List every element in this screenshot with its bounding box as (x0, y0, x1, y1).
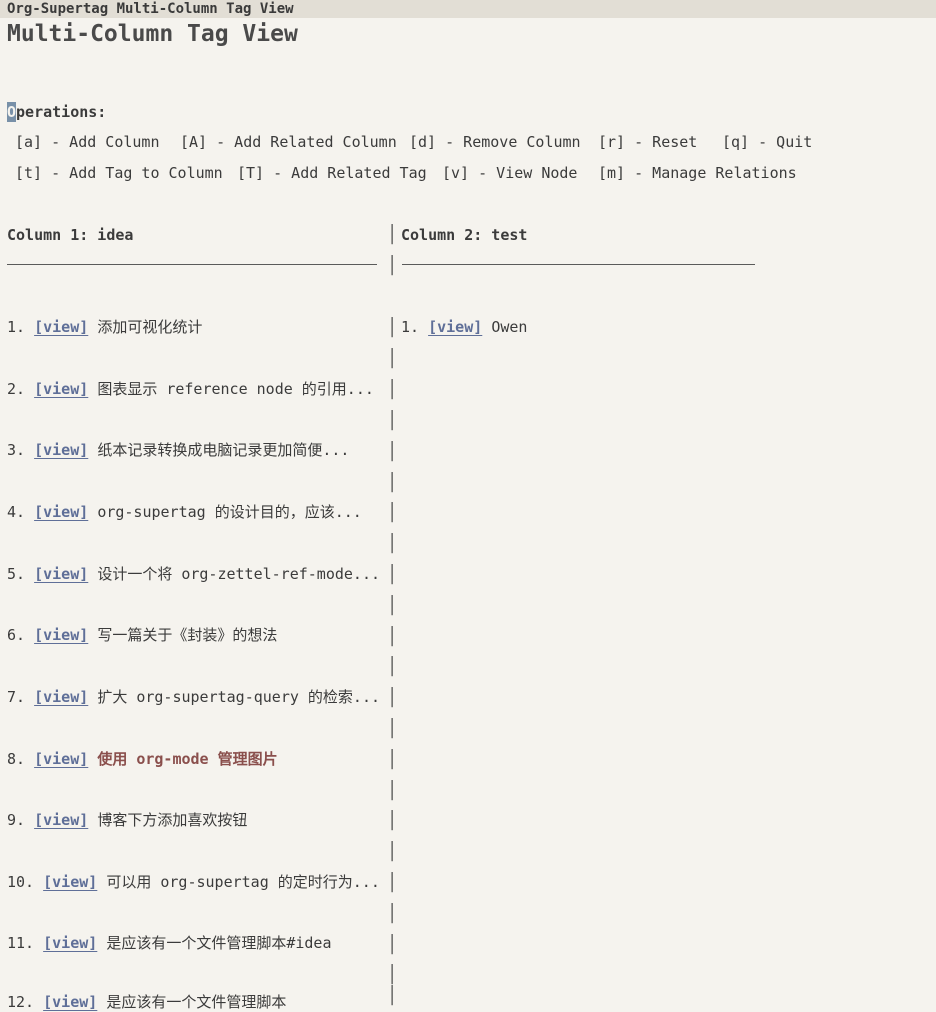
column-separator: │ (387, 688, 398, 708)
op-add-column[interactable]: [a] - Add Column (15, 132, 160, 152)
column-separator: │ (387, 750, 398, 770)
op-add-related-tag[interactable]: [T] - Add Related Tag (237, 163, 427, 183)
column-separator: │ (387, 256, 398, 276)
column-separator: │ (387, 935, 398, 955)
page-title: Multi-Column Tag View (7, 21, 298, 47)
list-item: 2. [view] 图表显示 reference node 的引用... (7, 379, 374, 399)
view-link[interactable]: [view] (34, 688, 88, 706)
list-item: 7. [view] 扩大 org-supertag-query 的检索... (7, 687, 380, 707)
list-item: 5. [view] 设计一个将 org-zettel-ref-mode... (7, 564, 380, 584)
column-separator: │ (387, 873, 398, 893)
view-link[interactable]: [view] (34, 441, 88, 459)
view-link[interactable]: [view] (43, 993, 97, 1011)
item-number: 7. (7, 688, 26, 706)
item-number: 1. (7, 318, 26, 336)
view-link[interactable]: [view] (34, 811, 88, 829)
item-title: 添加可视化统计 (97, 318, 203, 336)
column-separator: │ (387, 473, 398, 493)
item-title: 设计一个将 org-zettel-ref-mode... (97, 565, 381, 583)
item-title: 纸本记录转换成电脑记录更加简便... (97, 441, 350, 459)
list-item: 12. [view] 是应该有一个文件管理脚本 (7, 992, 286, 1012)
item-number: 12. (7, 993, 35, 1011)
op-reset[interactable]: [r] - Reset (598, 132, 697, 152)
view-link[interactable]: [view] (34, 318, 88, 336)
op-manage-relations[interactable]: [m] - Manage Relations (598, 163, 797, 183)
column-1-rule (7, 264, 377, 265)
item-number: 4. (7, 503, 26, 521)
list-item-highlighted: 8. [view] 使用 org-mode 管理图片 (7, 749, 278, 769)
column-separator: │ (387, 411, 398, 431)
list-item: 1. [view] 添加可视化统计 (7, 317, 202, 337)
operations-label-rest: perations: (16, 103, 107, 121)
item-number: 2. (7, 380, 26, 398)
column-2-header: Column 2: test (401, 226, 528, 244)
item-title: 是应该有一个文件管理脚本#idea (106, 934, 332, 952)
item-title: 图表显示 reference node 的引用... (97, 380, 374, 398)
item-number: 8. (7, 750, 26, 768)
column-separator: │ (387, 534, 398, 554)
op-add-tag-to-column[interactable]: [t] - Add Tag to Column (15, 163, 223, 183)
item-number: 1. (401, 318, 420, 336)
column-separator: │ (387, 904, 398, 924)
list-item: 3. [view] 纸本记录转换成电脑记录更加简便... (7, 440, 349, 460)
item-title: 使用 org-mode 管理图片 (97, 750, 278, 768)
op-add-related-column[interactable]: [A] - Add Related Column (180, 132, 397, 152)
column-separator: │ (387, 842, 398, 862)
column-separator: │ (387, 627, 398, 647)
list-item: 6. [view] 写一篇关于《封装》的想法 (7, 625, 277, 645)
view-link[interactable]: [view] (34, 565, 88, 583)
item-number: 11. (7, 934, 35, 952)
view-link[interactable]: [view] (34, 626, 88, 644)
column-separator: │ (387, 565, 398, 585)
item-number: 6. (7, 626, 26, 644)
view-link[interactable]: [view] (34, 503, 88, 521)
item-title: org-supertag 的设计目的，应该... (97, 503, 362, 521)
column-separator: │ (387, 657, 398, 677)
column-2-rule (402, 264, 755, 265)
column-separator: │ (387, 811, 398, 831)
list-item: 1. [view] Owen (401, 317, 527, 337)
column-separator: │ (387, 719, 398, 739)
op-quit[interactable]: [q] - Quit (722, 132, 812, 152)
column-separator: │ (387, 781, 398, 801)
op-remove-column[interactable]: [d] - Remove Column (409, 132, 581, 152)
column-separator: │ (387, 349, 398, 369)
column-separator: │ (387, 596, 398, 616)
column-separator: │ (387, 965, 398, 985)
view-link[interactable]: [view] (428, 318, 482, 336)
item-title: 博客下方添加喜欢按钮 (97, 811, 248, 829)
column-separator: │ (387, 503, 398, 523)
view-link[interactable]: [view] (34, 380, 88, 398)
list-item: 11. [view] 是应该有一个文件管理脚本#idea (7, 933, 332, 953)
list-item: 10. [view] 可以用 org-supertag 的定时行为... (7, 872, 380, 892)
item-number: 9. (7, 811, 26, 829)
column-separator: │ (387, 380, 398, 400)
column-separator: │ (387, 986, 398, 1006)
window-title: Org-Supertag Multi-Column Tag View (0, 0, 936, 18)
item-title: 是应该有一个文件管理脚本 (106, 993, 287, 1011)
item-number: 5. (7, 565, 26, 583)
column-separator: │ (387, 225, 398, 245)
item-title: 写一篇关于《封装》的想法 (97, 626, 278, 644)
text-cursor: O (7, 102, 17, 122)
item-number: 3. (7, 441, 26, 459)
view-link[interactable]: [view] (34, 750, 88, 768)
operations-label: Operations: (7, 102, 106, 122)
column-1-header: Column 1: idea (7, 226, 134, 244)
view-link[interactable]: [view] (43, 934, 97, 952)
item-title: 可以用 org-supertag 的定时行为... (106, 873, 380, 891)
view-link[interactable]: [view] (43, 873, 97, 891)
list-item: 4. [view] org-supertag 的设计目的，应该... (7, 502, 362, 522)
item-title: 扩大 org-supertag-query 的检索... (97, 688, 381, 706)
column-separator: │ (387, 442, 398, 462)
item-title: Owen (491, 318, 528, 336)
column-separator: │ (387, 318, 398, 338)
item-number: 10. (7, 873, 35, 891)
list-item: 9. [view] 博客下方添加喜欢按钮 (7, 810, 247, 830)
op-view-node[interactable]: [v] - View Node (442, 163, 577, 183)
